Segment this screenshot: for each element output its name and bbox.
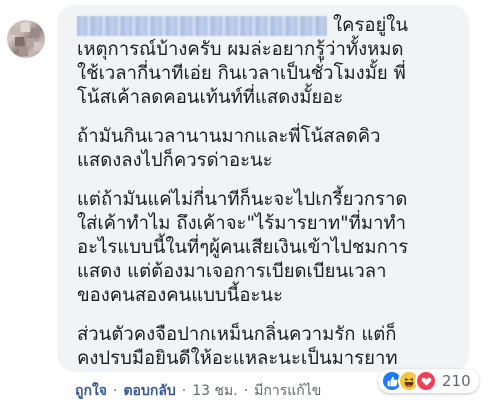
avatar-pixel: [19, 47, 28, 56]
avatar-pixel: [15, 37, 24, 46]
comment-text-line: แต่ถ้ามันแค่ไม่กี่นาทีก็นะจะไปเกรี้ยวกรา…: [77, 189, 408, 210]
comment-text-line: โน้สเค้าลดคอนเท้นท์ที่แสดงมั้ยอะ: [77, 87, 344, 108]
comment-text-line: เหตุการณ์บ้างครับ ผมล่ะอยากรู้ว่าทั้งหมด: [77, 39, 404, 60]
avatar-pixel: [34, 42, 43, 51]
separator-dot: ·: [113, 383, 118, 399]
like-link[interactable]: ถูกใจ: [75, 380, 107, 402]
comment-text-line: แสดงลงไปก็ควรด่าอะนะ: [77, 150, 273, 171]
comment-paragraph: แต่ถ้ามันแค่ไม่กี่นาทีก็นะจะไปเกรี้ยวกรา…: [77, 188, 457, 308]
comment-actions: ถูกใจ · ตอบกลับ · 13 ชม. · มีการแก้ไข: [75, 380, 321, 402]
comment-text-line: แสดง แต่ต้องมาเจอการเบียดเบียนเวลา: [77, 261, 387, 282]
separator-dot: ·: [243, 383, 249, 399]
comment-paragraph: ถ้ามันกินเวลานานมากและพี่โน้สลดคิว แสดงล…: [77, 125, 457, 173]
comment-text-line: อะไรแบบนี้ในที่ๆผู้คนเสียเงินเข้าไปชมการ: [77, 237, 409, 258]
avatar-pixel: [11, 26, 20, 35]
timestamp-link[interactable]: 13 ชม.: [192, 380, 237, 402]
commenter-name-blurred[interactable]: [77, 16, 327, 36]
comment-text-line: ใส่เค้าทำไม ถึงเค้าจะ"ไร้มารยาท"ที่มาทำ: [77, 213, 407, 234]
comment-bubble: ใครอยู่ใน เหตุการณ์บ้างครับ ผมล่ะอยากรู้…: [57, 5, 469, 372]
comment-paragraph: ส่วนตัวคงจือปากเหม็นกลิ่นความรัก แต่ก็ ค…: [77, 323, 457, 371]
separator-dot: ·: [181, 383, 187, 399]
comment-text-line: ใครอยู่ใน: [333, 15, 408, 36]
avatar-pixel: [21, 23, 30, 32]
comment-text-line: ใช้เวลากี่นาทีเอ่ย กินเวลาเป็นชั่วโมงมั้…: [77, 63, 406, 84]
reactions-summary[interactable]: 210: [378, 369, 479, 393]
edited-label[interactable]: มีการแก้ไข: [254, 380, 321, 402]
comment-text-line: ของคนสองคนแบบนี้อะนะ: [77, 285, 283, 306]
comment-header: ใครอยู่ใน: [77, 14, 457, 38]
reaction-count: 210: [442, 372, 471, 390]
commenter-avatar[interactable]: [7, 20, 45, 58]
comment-text-line: คงปรบมือยินดีให้อะแหละนะเป็นมารยาท: [77, 348, 398, 369]
comment-text-line: ถ้ามันกินเวลานานมากและพี่โน้สลดคิว: [77, 126, 381, 147]
avatar-pixel: [31, 28, 40, 37]
reply-link[interactable]: ตอบกลับ: [123, 380, 175, 402]
comment-text-line: ส่วนตัวคงจือปากเหม็นกลิ่นความรัก แต่ก็: [77, 324, 397, 345]
love-icon: [415, 370, 437, 392]
comment-paragraph: ใครอยู่ใน เหตุการณ์บ้างครับ ผมล่ะอยากรู้…: [77, 14, 457, 110]
